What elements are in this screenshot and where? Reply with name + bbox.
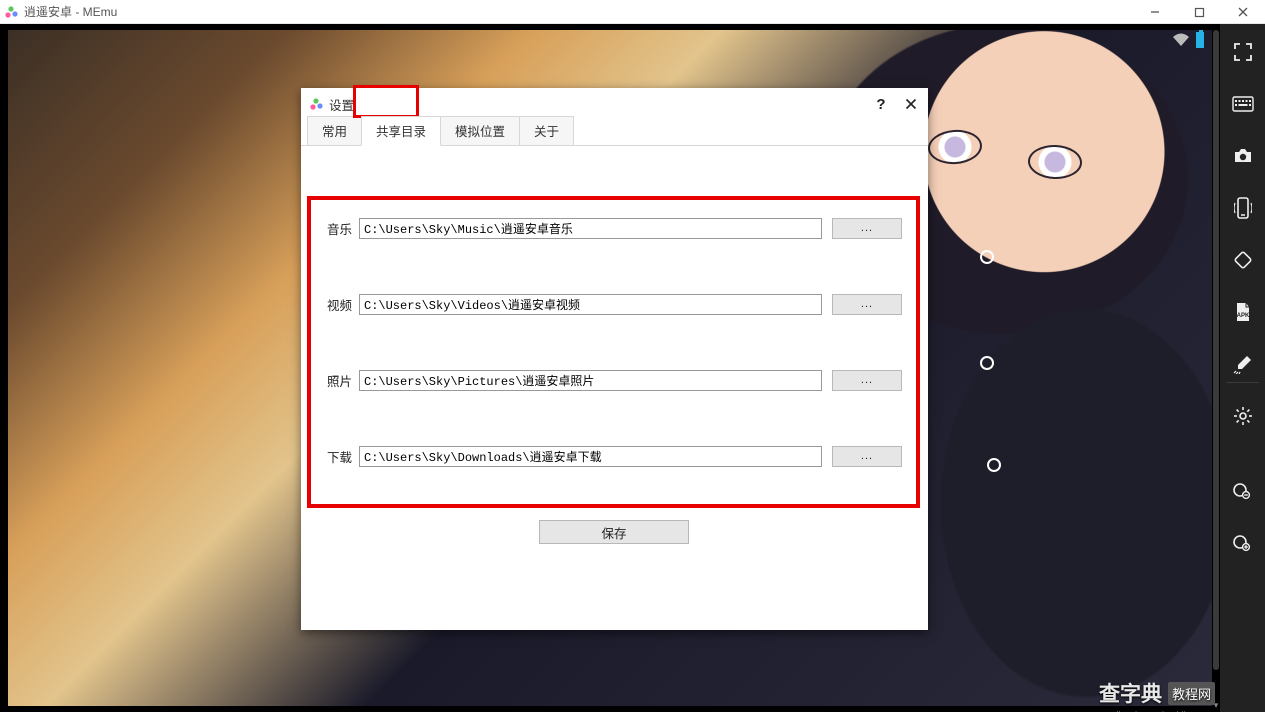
- svg-text:APK: APK: [1236, 313, 1249, 319]
- keyboard-icon: [1232, 96, 1254, 112]
- close-icon: [905, 98, 917, 110]
- app-title-bar: 逍遥安卓 - MEmu: [0, 0, 1265, 24]
- dialog-help-button[interactable]: ?: [866, 88, 896, 120]
- volume-down-button[interactable]: [1229, 476, 1257, 504]
- android-status-bar: [1172, 32, 1204, 48]
- photo-label: 照片: [327, 371, 359, 390]
- music-browse-button[interactable]: ...: [832, 218, 902, 239]
- right-sidebar: APK: [1220, 24, 1265, 712]
- rotate-icon: [1232, 249, 1254, 271]
- download-label: 下载: [327, 447, 359, 466]
- settings-icon: [1233, 406, 1253, 426]
- settings-dialog: 设置 ? 常用 共享目录 模拟位置 关于 音乐 ... 视频 ...: [301, 88, 928, 630]
- keyboard-button[interactable]: [1229, 90, 1257, 118]
- video-folder-row: 视频 ...: [327, 292, 902, 316]
- dialog-body: 音乐 ... 视频 ... 照片 ... 下载 ... 保存: [301, 146, 928, 630]
- fullscreen-icon: [1233, 42, 1253, 62]
- apk-icon: APK: [1233, 301, 1253, 323]
- tab-location[interactable]: 模拟位置: [440, 116, 520, 145]
- tab-shared-folders[interactable]: 共享目录: [361, 116, 441, 146]
- wifi-icon: [1172, 33, 1190, 47]
- music-folder-row: 音乐 ...: [327, 216, 902, 240]
- rotate-button[interactable]: [1229, 246, 1257, 274]
- window-maximize-button[interactable]: [1177, 0, 1221, 24]
- download-browse-button[interactable]: ...: [832, 446, 902, 467]
- photo-folder-row: 照片 ...: [327, 368, 902, 392]
- dialog-close-button[interactable]: [896, 88, 926, 120]
- music-label: 音乐: [327, 219, 359, 238]
- download-path-input[interactable]: [359, 446, 822, 467]
- camera-icon: [1232, 147, 1254, 165]
- app-title: 逍遥安卓 - MEmu: [24, 3, 117, 20]
- video-browse-button[interactable]: ...: [832, 294, 902, 315]
- circle-marker: [987, 458, 1001, 472]
- battery-icon: [1196, 32, 1204, 48]
- dialog-tabs: 常用 共享目录 模拟位置 关于: [301, 120, 928, 146]
- scrollbar-thumb[interactable]: [1213, 30, 1219, 670]
- scrollbar-down-arrow[interactable]: ▾: [1212, 700, 1220, 712]
- fullscreen-button[interactable]: [1229, 38, 1257, 66]
- dialog-logo-icon: [309, 97, 323, 111]
- window-close-button[interactable]: [1221, 0, 1265, 24]
- screenshot-button[interactable]: [1229, 142, 1257, 170]
- clean-button[interactable]: [1229, 350, 1257, 378]
- settings-button[interactable]: [1229, 402, 1257, 430]
- volume-up-icon: [1232, 532, 1254, 552]
- app-logo-icon: [4, 5, 18, 19]
- scrollbar[interactable]: ▾: [1212, 24, 1220, 712]
- main-area: ▾ APK: [0, 24, 1265, 712]
- download-folder-row: 下载 ...: [327, 444, 902, 468]
- music-path-input[interactable]: [359, 218, 822, 239]
- tab-about[interactable]: 关于: [519, 116, 574, 145]
- volume-up-button[interactable]: [1229, 528, 1257, 556]
- circle-marker: [980, 250, 994, 264]
- tab-general[interactable]: 常用: [307, 116, 362, 145]
- photo-path-input[interactable]: [359, 370, 822, 391]
- dialog-title: 设置: [329, 95, 354, 114]
- photo-browse-button[interactable]: ...: [832, 370, 902, 391]
- sidebar-separator: [1226, 382, 1259, 383]
- circle-marker: [980, 356, 994, 370]
- volume-down-icon: [1232, 480, 1254, 500]
- video-path-input[interactable]: [359, 294, 822, 315]
- save-button[interactable]: 保存: [539, 520, 689, 544]
- window-minimize-button[interactable]: [1133, 0, 1177, 24]
- shake-icon: [1234, 196, 1252, 220]
- clean-icon: [1233, 354, 1253, 374]
- shake-button[interactable]: [1229, 194, 1257, 222]
- install-apk-button[interactable]: APK: [1229, 298, 1257, 326]
- video-label: 视频: [327, 295, 359, 314]
